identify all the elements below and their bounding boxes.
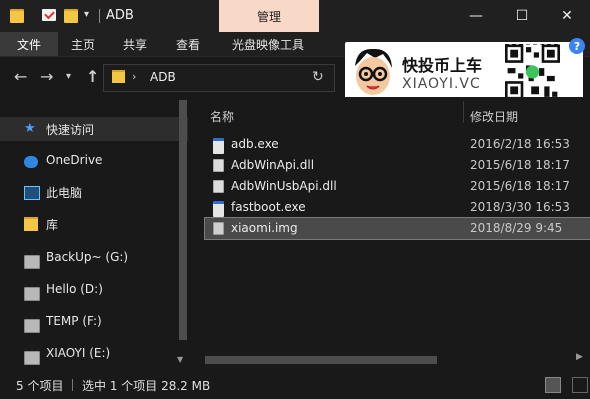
- sidebar-item-label: 快速访问: [46, 122, 95, 137]
- qr-code: [505, 44, 560, 100]
- address-path[interactable]: ADB: [150, 70, 176, 84]
- drive-icon: [24, 255, 40, 269]
- forward-arrow-icon[interactable]: →: [40, 67, 53, 86]
- tab-home[interactable]: 主页: [60, 32, 106, 56]
- tab-file[interactable]: 文件: [0, 32, 58, 56]
- column-header-name[interactable]: 名称: [210, 108, 234, 125]
- chevron-right-icon[interactable]: ›: [132, 70, 136, 83]
- column-divider[interactable]: [463, 101, 464, 123]
- sidebar-item-this-pc[interactable]: 此电脑: [0, 180, 188, 204]
- tab-disc-image-tools[interactable]: 光盘映像工具: [222, 32, 314, 56]
- minimize-button[interactable]: —: [453, 0, 499, 32]
- file-date: 2015/6/18 18:17: [470, 179, 570, 193]
- exe-icon: [213, 138, 224, 154]
- close-button[interactable]: ✕: [544, 0, 590, 32]
- file-row[interactable]: adb.exe 2016/2/18 16:53: [205, 134, 590, 155]
- file-date: 2015/6/18 18:17: [470, 158, 570, 172]
- customize-toolbar-icon[interactable]: ▾: [84, 9, 89, 20]
- horizontal-scrollbar[interactable]: [205, 356, 437, 364]
- item-count: 5 个项目: [16, 379, 64, 393]
- large-icons-view-icon[interactable]: [572, 377, 588, 393]
- file-row-selected[interactable]: xiaomi.img 2018/8/29 9:45: [204, 217, 590, 240]
- new-folder-icon[interactable]: [64, 9, 78, 23]
- tab-share[interactable]: 共享: [112, 32, 158, 56]
- file-name: fastboot.exe: [231, 200, 306, 214]
- maximize-button[interactable]: ☐: [499, 0, 545, 32]
- refresh-icon[interactable]: ↻: [312, 69, 324, 85]
- star-icon: ★: [24, 121, 36, 136]
- scroll-right-icon[interactable]: ▶: [576, 352, 583, 362]
- drive-icon: [24, 287, 40, 301]
- sidebar-item-drive-g[interactable]: BackUp~ (G:): [0, 245, 188, 269]
- divider: [99, 9, 100, 23]
- folder-icon: [112, 70, 125, 83]
- selection-info: 选中 1 个项目 28.2 MB: [82, 379, 211, 393]
- sidebar-item-label: OneDrive: [46, 153, 103, 167]
- details-view-icon[interactable]: [545, 377, 561, 393]
- file-name: AdbWinUsbApi.dll: [231, 179, 337, 193]
- sidebar-item-drive-d[interactable]: Hello (D:): [0, 277, 188, 301]
- sidebar-item-label: 此电脑: [46, 185, 83, 200]
- file-name: xiaomi.img: [231, 221, 298, 235]
- sidebar-item-label: 库: [46, 217, 59, 232]
- file-name: adb.exe: [231, 137, 279, 151]
- sidebar-item-libraries[interactable]: 库: [0, 212, 188, 236]
- sidebar-item-drive-f[interactable]: TEMP (F:): [0, 309, 188, 333]
- sidebar-item-label: TEMP (F:): [46, 314, 102, 328]
- file-name: AdbWinApi.dll: [231, 158, 315, 172]
- cartoon-face-logo: [355, 48, 392, 95]
- up-arrow-icon[interactable]: ↑: [86, 67, 99, 86]
- cloud-icon: [24, 156, 38, 168]
- exe-icon: [213, 201, 224, 217]
- dll-icon: [213, 159, 224, 172]
- file-row[interactable]: AdbWinApi.dll 2015/6/18 18:17: [205, 155, 590, 176]
- drive-icon: [24, 351, 40, 365]
- sidebar-item-onedrive[interactable]: OneDrive: [0, 148, 188, 172]
- sidebar-item-quick-access[interactable]: ★ 快速访问: [0, 117, 188, 141]
- file-row[interactable]: AdbWinUsbApi.dll 2015/6/18 18:17: [205, 176, 590, 197]
- dll-icon: [213, 180, 224, 193]
- sidebar-item-label: BackUp~ (G:): [46, 250, 129, 264]
- sidebar-scrollbar[interactable]: [179, 100, 187, 340]
- address-bar[interactable]: [103, 64, 335, 92]
- computer-icon: [24, 186, 40, 200]
- watermark-domain: XIAOYI.VC: [402, 76, 481, 92]
- tab-view[interactable]: 查看: [165, 32, 211, 56]
- properties-icon[interactable]: [42, 9, 56, 21]
- scroll-down-icon[interactable]: ▼: [177, 355, 183, 364]
- sidebar-item-drive-e[interactable]: XIAOYI (E:): [0, 341, 188, 365]
- folder-icon[interactable]: [10, 9, 24, 23]
- help-icon[interactable]: ?: [569, 38, 585, 54]
- disc-image-icon: [213, 222, 224, 235]
- sidebar-item-label: XIAOYI (E:): [46, 346, 111, 360]
- back-arrow-icon[interactable]: ←: [14, 67, 27, 86]
- drive-icon: [24, 319, 40, 333]
- file-date: 2018/8/29 9:45: [470, 221, 563, 235]
- file-date: 2016/2/18 16:53: [470, 137, 570, 151]
- column-header-date-modified[interactable]: 修改日期: [470, 108, 518, 125]
- recent-dropdown-icon[interactable]: ▾: [66, 71, 71, 82]
- watermark-brand: 快投币上车: [402, 56, 483, 75]
- library-icon: [24, 217, 38, 231]
- file-row[interactable]: fastboot.exe 2018/3/30 16:53: [205, 197, 590, 218]
- divider: [72, 379, 73, 391]
- file-date: 2018/3/30 16:53: [470, 200, 570, 214]
- window-title: ADB: [106, 8, 134, 23]
- sidebar-item-label: Hello (D:): [46, 282, 103, 296]
- manage-tab[interactable]: 管理: [219, 0, 319, 32]
